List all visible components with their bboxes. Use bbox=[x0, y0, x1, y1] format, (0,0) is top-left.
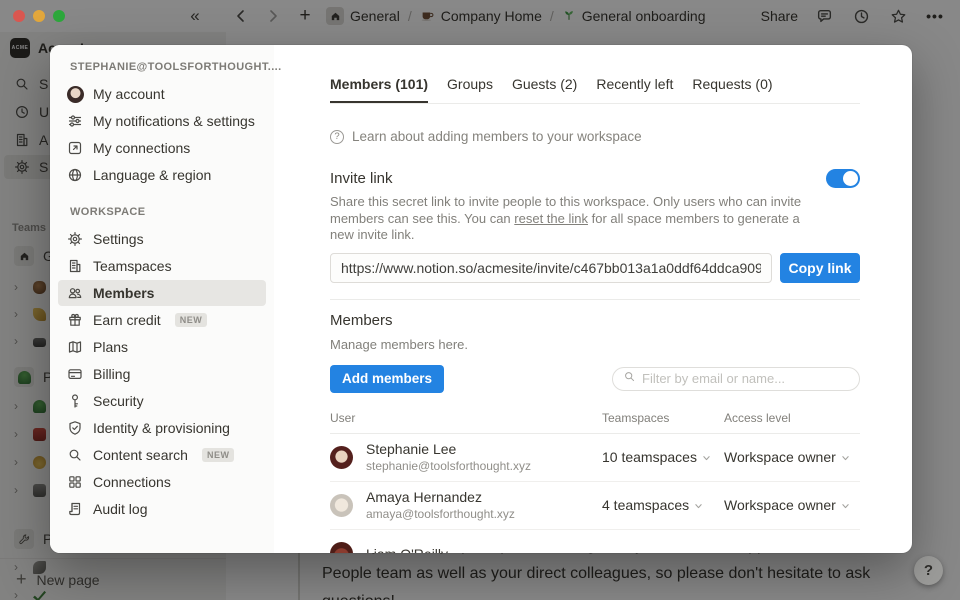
tab-recently-left[interactable]: Recently left bbox=[596, 76, 673, 103]
sidebar-item-my-account[interactable]: My account bbox=[58, 81, 266, 107]
zoom-window-icon[interactable] bbox=[53, 10, 65, 22]
members-section-subtitle: Manage members here. bbox=[330, 337, 860, 352]
account-email-header: STEPHANIE@TOOLSFORTHOUGHT.... bbox=[70, 61, 274, 73]
sidebar-item-settings[interactable]: Settings bbox=[58, 226, 266, 252]
sidebar-item-earn-credit[interactable]: Earn credit NEW bbox=[58, 307, 266, 333]
member-name: Liam O'Reilly bbox=[366, 546, 448, 554]
add-members-button[interactable]: Add members bbox=[330, 365, 444, 393]
sidebar-item-content-search[interactable]: Content search NEW bbox=[58, 442, 266, 468]
sidebar-item-audit-log[interactable]: Audit log bbox=[58, 496, 266, 522]
sidebar-item-my-connections[interactable]: My connections bbox=[58, 135, 266, 161]
map-icon bbox=[66, 338, 84, 356]
sidebar-item-connections[interactable]: Connections bbox=[58, 469, 266, 495]
sliders-icon bbox=[66, 112, 84, 130]
search-icon bbox=[623, 370, 636, 388]
close-window-icon[interactable] bbox=[13, 10, 25, 22]
sidebar-item-teamspaces[interactable]: Teamspaces bbox=[58, 253, 266, 279]
arrow-box-icon bbox=[66, 139, 84, 157]
members-settings-panel: Members (101) Groups Guests (2) Recently… bbox=[274, 45, 912, 553]
workspace-section-header: WORKSPACE bbox=[70, 206, 274, 218]
teamspaces-dropdown[interactable]: 10 teamspaces bbox=[602, 449, 724, 465]
grid-icon bbox=[66, 473, 84, 491]
help-button[interactable]: ? bbox=[914, 556, 943, 585]
member-name: Amaya Hernandez bbox=[366, 489, 515, 505]
reset-link[interactable]: reset the link bbox=[514, 211, 588, 226]
sidebar-item-identity-provisioning[interactable]: Identity & provisioning bbox=[58, 415, 266, 441]
key-icon bbox=[66, 392, 84, 410]
learn-link-row: ? Learn about adding members to your wor… bbox=[330, 129, 860, 144]
column-teamspaces: Teamspaces bbox=[602, 411, 724, 425]
search-icon bbox=[66, 446, 84, 464]
member-email: amaya@toolsforthought.xyz bbox=[366, 507, 515, 521]
window-controls bbox=[13, 10, 65, 22]
user-avatar bbox=[67, 86, 84, 103]
teamspaces-dropdown[interactable]: 4 teamspaces bbox=[602, 497, 724, 513]
learn-link[interactable]: Learn about adding members to your works… bbox=[352, 129, 642, 144]
tab-groups[interactable]: Groups bbox=[447, 76, 493, 103]
access-level-dropdown[interactable]: Workspace owner bbox=[724, 449, 860, 465]
tab-members[interactable]: Members (101) bbox=[330, 76, 428, 103]
table-header: User Teamspaces Access level bbox=[330, 411, 860, 434]
tab-guests[interactable]: Guests (2) bbox=[512, 76, 577, 103]
settings-modal: STEPHANIE@TOOLSFORTHOUGHT.... My account… bbox=[50, 45, 912, 553]
toggle-knob bbox=[843, 171, 858, 186]
building-icon bbox=[66, 257, 84, 275]
member-name: Stephanie Lee bbox=[366, 441, 531, 457]
member-email: stephanie@toolsforthought.xyz bbox=[366, 459, 531, 473]
sidebar-item-billing[interactable]: Billing bbox=[58, 361, 266, 387]
people-icon bbox=[66, 284, 84, 302]
sidebar-item-notifications-settings[interactable]: My notifications & settings bbox=[58, 108, 266, 134]
access-level-dropdown[interactable]: Workspace owner bbox=[724, 497, 860, 513]
copy-link-button[interactable]: Copy link bbox=[780, 253, 860, 283]
minimize-window-icon[interactable] bbox=[33, 10, 45, 22]
tab-requests[interactable]: Requests (0) bbox=[692, 76, 772, 103]
member-filter-input[interactable] bbox=[642, 371, 849, 386]
members-section-title: Members bbox=[330, 312, 860, 329]
section-divider bbox=[330, 299, 860, 300]
sidebar-item-security[interactable]: Security bbox=[58, 388, 266, 414]
new-badge: NEW bbox=[202, 448, 235, 462]
invite-link-description: Share this secret link to invite people … bbox=[330, 194, 808, 244]
sidebar-item-members[interactable]: Members bbox=[58, 280, 266, 306]
shield-check-icon bbox=[66, 419, 84, 437]
invite-link-input[interactable] bbox=[330, 253, 772, 283]
members-tabs: Members (101) Groups Guests (2) Recently… bbox=[330, 76, 860, 104]
members-table: User Teamspaces Access level Stephanie L… bbox=[330, 411, 860, 554]
notion-app: « + General / Company Home / General onb… bbox=[0, 0, 960, 600]
scroll-icon bbox=[66, 500, 84, 518]
globe-icon bbox=[66, 166, 84, 184]
table-row: Stephanie Lee stephanie@toolsforthought.… bbox=[330, 434, 860, 482]
settings-sidebar: STEPHANIE@TOOLSFORTHOUGHT.... My account… bbox=[50, 45, 274, 553]
avatar bbox=[330, 446, 353, 469]
avatar bbox=[330, 494, 353, 517]
question-circle-icon: ? bbox=[330, 130, 344, 144]
table-row: Liam O'Reilly bbox=[330, 530, 860, 554]
sidebar-item-language-region[interactable]: Language & region bbox=[58, 162, 266, 188]
column-user: User bbox=[330, 411, 602, 425]
invite-link-toggle[interactable] bbox=[826, 169, 860, 188]
member-filter[interactable] bbox=[612, 367, 860, 391]
credit-card-icon bbox=[66, 365, 84, 383]
gift-icon bbox=[66, 311, 84, 329]
invite-link-title: Invite link bbox=[330, 170, 393, 187]
sidebar-item-plans[interactable]: Plans bbox=[58, 334, 266, 360]
column-access-level: Access level bbox=[724, 411, 860, 425]
gear-icon bbox=[66, 230, 84, 248]
new-badge: NEW bbox=[175, 313, 208, 327]
table-row: Amaya Hernandez amaya@toolsforthought.xy… bbox=[330, 482, 860, 530]
avatar bbox=[330, 542, 353, 553]
